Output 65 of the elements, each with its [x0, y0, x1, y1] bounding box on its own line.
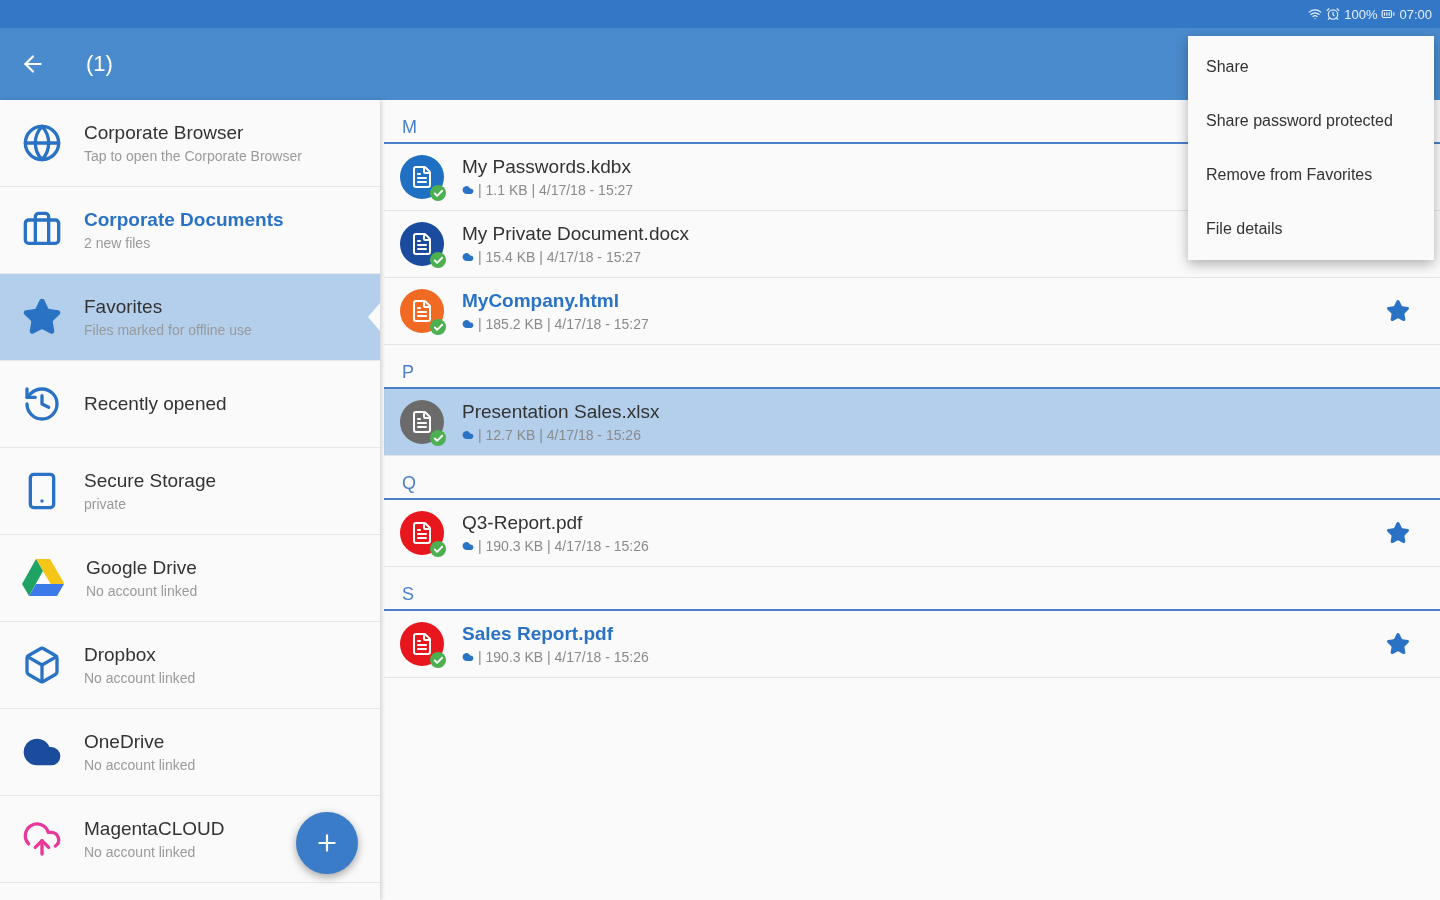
file-meta: | 190.3 KB | 4/17/18 - 15:26: [478, 538, 649, 554]
wifi-icon: [1308, 7, 1323, 21]
file-meta: | 12.7 KB | 4/17/18 - 15:26: [478, 427, 641, 443]
sidebar-item[interactable]: Recently opened: [0, 361, 380, 448]
item-subtitle: 2 new files: [84, 235, 152, 251]
favorite-star-icon[interactable]: [1386, 632, 1410, 656]
file-meta: | 1.1 KB | 4/17/18 - 15:27: [478, 182, 634, 198]
item-subtitle: private: [84, 496, 128, 512]
item-title: Google Drive: [86, 557, 198, 579]
sidebar-item[interactable]: Secure Storage private: [0, 448, 380, 535]
cloud-icon: [462, 184, 474, 196]
item-subtitle: Files marked for offline use: [84, 322, 252, 338]
file-meta: | 15.4 KB | 4/17/18 - 15:27: [478, 249, 641, 265]
favorite-star-icon[interactable]: [1386, 521, 1410, 545]
sidebar-item[interactable]: OneDrive No account linked: [0, 709, 380, 796]
file-name: My Passwords.kdbx: [462, 156, 631, 178]
sidebar-item[interactable]: MagentaCLOUD No account linked: [0, 796, 380, 883]
file-meta: | 185.2 KB | 4/17/18 - 15:27: [478, 316, 649, 332]
globe-icon: [22, 123, 62, 163]
section-letter: Q: [402, 473, 416, 494]
favorite-star-icon[interactable]: [1386, 299, 1410, 323]
menu-item[interactable]: Share: [1188, 40, 1434, 94]
section-letter: M: [402, 117, 417, 138]
toolbar-title: (1): [86, 51, 113, 77]
item-title: Favorites: [84, 296, 164, 318]
cloud-icon: [462, 429, 474, 441]
section-letter: P: [402, 362, 414, 383]
file-name: MyCompany.html: [462, 290, 619, 312]
file-name: Q3-Report.pdf: [462, 512, 583, 534]
file-name: Presentation Sales.xlsx: [462, 401, 660, 423]
history-icon: [22, 384, 62, 424]
item-title: Recently opened: [84, 393, 227, 415]
file-row[interactable]: Presentation Sales.xlsx | 12.7 KB | 4/17/18 - 15:26: [384, 389, 1440, 456]
item-title: Corporate Documents: [84, 209, 284, 231]
box-icon: [22, 645, 62, 685]
file-meta: | 190.3 KB | 4/17/18 - 15:26: [478, 649, 649, 665]
cloud-icon: [462, 540, 474, 552]
clock-time: 07:00: [1399, 6, 1432, 22]
cloud-icon: [462, 651, 474, 663]
sidebar-item[interactable]: Dropbox No account linked: [0, 622, 380, 709]
item-subtitle: Tap to open the Corporate Browser: [84, 148, 302, 164]
item-title: OneDrive: [84, 731, 166, 753]
battery-icon: [1381, 7, 1396, 21]
star-icon: [22, 297, 62, 337]
battery-level: 100%: [1344, 6, 1378, 22]
sidebar-item[interactable]: Corporate Documents 2 new files: [0, 187, 380, 274]
item-title: MagentaCLOUD: [84, 818, 225, 840]
item-title: Secure Storage: [84, 470, 217, 492]
item-title: Dropbox: [84, 644, 157, 666]
item-title: Corporate Browser: [84, 122, 245, 144]
item-subtitle: No account linked: [86, 583, 198, 599]
sidebar-item[interactable]: Corporate Browser Tap to open the Corporate Browser: [0, 100, 380, 187]
item-subtitle: No account linked: [84, 844, 197, 860]
file-name: Sales Report.pdf: [462, 623, 613, 645]
alarm-icon: [1326, 7, 1341, 21]
cloud-icon: [462, 251, 474, 263]
menu-item[interactable]: Remove from Favorites: [1188, 148, 1434, 202]
sidebar-item[interactable]: Google Drive No account linked: [0, 535, 380, 622]
drive-triangle-icon: [22, 559, 64, 597]
file-name: My Private Document.docx: [462, 223, 690, 245]
item-subtitle: No account linked: [84, 757, 196, 773]
item-subtitle: No account linked: [84, 670, 196, 686]
cloud-icon: [462, 318, 474, 330]
sidebar-item[interactable]: Favorites Files marked for offline use: [0, 274, 380, 361]
section-letter: S: [402, 584, 414, 605]
